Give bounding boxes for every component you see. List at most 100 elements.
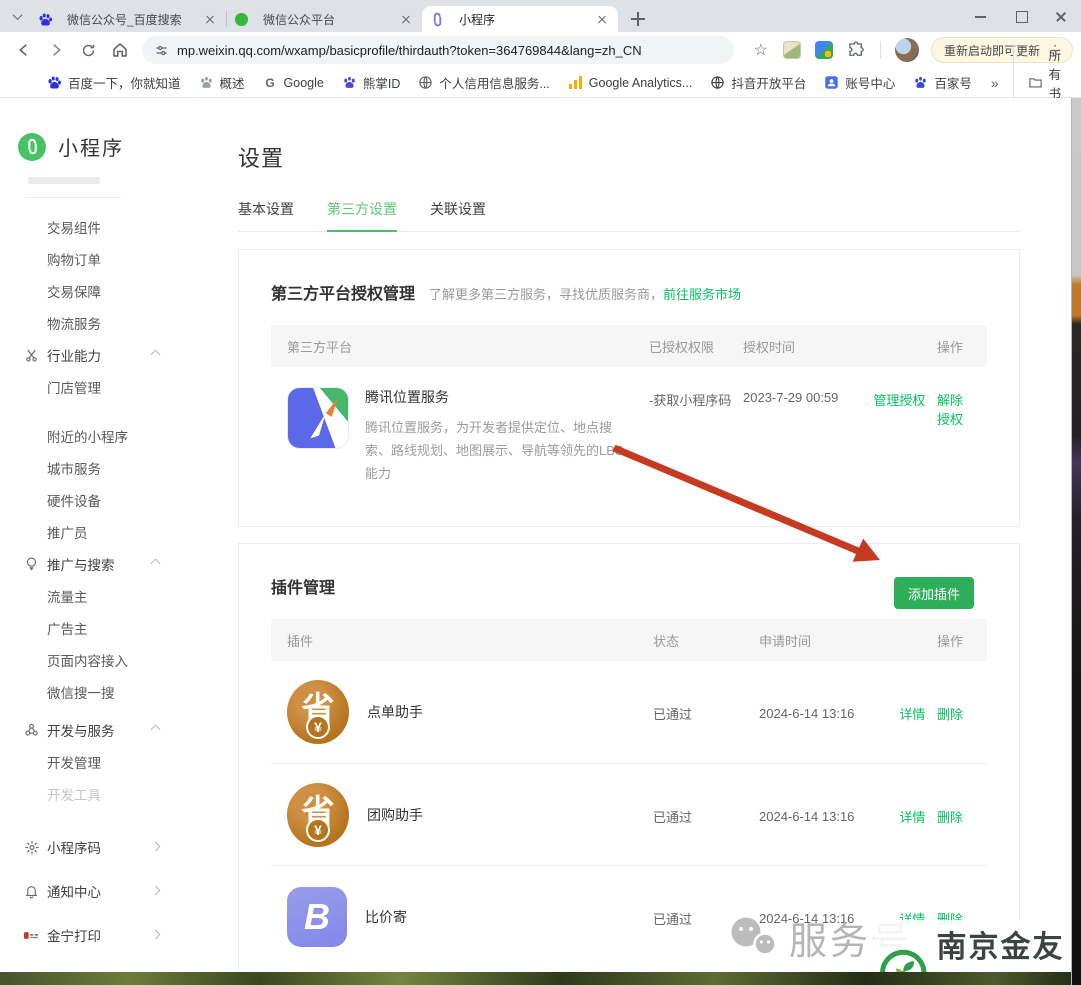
browser-tab-miniprogram-active[interactable]: 小程序 [422, 6, 618, 32]
sidebar-item-promoter[interactable]: 推广员 [0, 516, 230, 548]
bookmark-overview[interactable]: 概述 [199, 73, 245, 92]
bookmark-label: Google Analytics... [589, 76, 693, 90]
tab-third-party-settings[interactable]: 第三方设置 [327, 199, 397, 232]
sidebar-item-page-content-access[interactable]: 页面内容接入 [0, 644, 230, 676]
tab-related-settings[interactable]: 关联设置 [430, 199, 486, 231]
sidebar-item-industry-capability[interactable]: 行业能力 [0, 339, 230, 371]
plugin-name: 点单助手 [367, 702, 423, 722]
sidebar-item-label: 推广员 [47, 522, 88, 542]
sidebar-item-logistics[interactable]: 物流服务 [0, 307, 230, 339]
maximize-button[interactable] [1001, 2, 1041, 30]
bookmark-google[interactable]: G Google [263, 75, 324, 90]
profile-avatar[interactable] [895, 38, 919, 62]
bookmark-baidu[interactable]: 百度一下，你就知道 [47, 73, 181, 92]
close-window-button[interactable] [1041, 2, 1081, 30]
extension-icon-2[interactable] [815, 41, 833, 59]
plugin-name-cell: 省¥ 点单助手 [271, 680, 641, 744]
auth-table-header: 第三方平台 已授权权限 授权时间 操作 [271, 325, 987, 367]
sidebar-item-label: 推广与搜索 [47, 554, 115, 574]
sidebar-item-store-management[interactable]: 门店管理 [0, 371, 230, 403]
tab-close-icon[interactable] [594, 11, 610, 27]
bookmark-credit-info[interactable]: 个人信用信息服务... [418, 73, 549, 92]
manage-auth-link[interactable]: 管理授权 [873, 393, 925, 408]
sidebar-item-label: 流量主 [47, 586, 88, 606]
baidu-paw-icon [47, 75, 62, 90]
browser-tab-baidu-search[interactable]: 微信公众号_百度搜索 [30, 6, 226, 32]
chevron-up-icon [151, 559, 161, 569]
card-subtitle: 了解更多第三方服务，寻找优质服务商，前往服务市场 [429, 284, 741, 303]
sidebar-item-notification-center[interactable]: 通知中心 [0, 869, 230, 913]
sidebar-item-miniprogram-code[interactable]: 小程序码 [0, 825, 230, 869]
card-title-row: 第三方平台授权管理 了解更多第三方服务，寻找优质服务商，前往服务市场 [271, 250, 987, 304]
bookmark-star-icon[interactable]: ☆ [754, 40, 768, 60]
background-photo-strip [0, 972, 1081, 985]
sidebar-item-promotion-search[interactable]: 推广与搜索 [0, 548, 230, 580]
sheng-coupon-icon: 省¥ [287, 680, 349, 744]
bookmarks-overflow-button[interactable]: » [981, 75, 1009, 91]
plugin-name-cell: B 比价寄 [271, 887, 641, 947]
delete-link[interactable]: 删除 [937, 707, 963, 722]
paw-blue-icon [342, 75, 357, 90]
reload-button[interactable] [74, 36, 102, 64]
sidebar-item-jinning-print[interactable]: 金宁打印 [0, 913, 230, 957]
sidebar-item-traffic-monetization[interactable]: 流量主 [0, 580, 230, 612]
url-text: mp.weixin.qq.com/wxamp/basicprofile/thir… [177, 43, 642, 58]
browser-tab-mp-platform[interactable]: 微信公众平台 [226, 6, 422, 32]
app-logo-row: 小程序 [18, 132, 230, 161]
sidebar-item-city-services[interactable]: 城市服务 [0, 452, 230, 484]
tab-basic-settings[interactable]: 基本设置 [238, 199, 294, 231]
sidebar-item-label: 硬件设备 [47, 490, 101, 510]
sidebar-item-wechat-search[interactable]: 微信搜一搜 [0, 676, 230, 708]
sidebar-item-label: 开发工具 [47, 784, 101, 804]
forward-button[interactable] [42, 36, 70, 64]
sidebar-item-trade-guarantee[interactable]: 交易保障 [0, 275, 230, 307]
sidebar-item-dev-services[interactable]: 开发与服务 [0, 714, 230, 746]
col-header: 申请时间 [751, 631, 881, 650]
service-market-link[interactable]: 前往服务市场 [663, 287, 741, 302]
bookmark-douyin-open[interactable]: 抖音开放平台 [710, 73, 806, 92]
window-controls [961, 0, 1081, 32]
back-button[interactable] [10, 36, 38, 64]
tab-close-icon[interactable] [202, 11, 218, 27]
sidebar-item-nearby-miniprograms[interactable]: 附近的小程序 [0, 420, 230, 452]
yuan-glyph: ¥ [306, 715, 330, 739]
folder-icon [1028, 75, 1043, 90]
provider-text: 腾讯位置服务 腾讯位置服务，为开发者提供定位、地点搜索、路线规划、地图展示、导航… [365, 387, 633, 485]
site-controls-icon[interactable] [154, 43, 169, 58]
detail-link[interactable]: 详情 [899, 810, 925, 825]
bookmark-xiongzhang-id[interactable]: 熊掌ID [342, 73, 401, 92]
revoke-auth-link[interactable]: 解除授权 [937, 393, 963, 427]
mp-admin-page: 小程序 交易组件 购物订单 交易保障 物流服务 行业能力 门店管理 附近的小程序… [0, 98, 1081, 985]
col-header: 插件 [271, 631, 641, 650]
miniprogram-logo-icon [18, 133, 46, 161]
sidebar-item-trade-components[interactable]: 交易组件 [0, 211, 230, 243]
sidebar-item-advertiser[interactable]: 广告主 [0, 612, 230, 644]
provider-cell: 腾讯位置服务 腾讯位置服务，为开发者提供定位、地点搜索、路线规划、地图展示、导航… [271, 387, 637, 485]
sidebar-item-dev-management[interactable]: 开发管理 [0, 746, 230, 778]
chevron-up-icon [151, 725, 161, 735]
col-header: 授权时间 [735, 337, 863, 356]
bookmark-google-analytics[interactable]: Google Analytics... [568, 76, 693, 90]
extensions-puzzle-icon[interactable] [842, 36, 870, 64]
extension-icon-1[interactable] [783, 41, 801, 59]
paw-blue-icon [913, 75, 928, 90]
detail-link[interactable]: 详情 [899, 707, 925, 722]
minimize-button[interactable] [961, 2, 1001, 30]
col-header: 状态 [641, 631, 751, 650]
delete-link[interactable]: 删除 [937, 810, 963, 825]
home-button[interactable] [106, 36, 134, 64]
sidebar-item-shopping-orders[interactable]: 购物订单 [0, 243, 230, 275]
wechat-bubbles-icon [727, 916, 779, 960]
tab-close-icon[interactable] [398, 11, 414, 27]
sidebar-item-hardware-devices[interactable]: 硬件设备 [0, 484, 230, 516]
bookmark-baijiahao[interactable]: 百家号 [913, 73, 972, 92]
address-bar[interactable]: mp.weixin.qq.com/wxamp/basicprofile/thir… [142, 36, 734, 64]
tab-search-button[interactable] [4, 3, 30, 29]
bookmark-account-center[interactable]: 账号中心 [824, 73, 895, 92]
new-tab-button[interactable] [626, 7, 650, 31]
tab-title: 小程序 [459, 11, 594, 28]
sidebar-item-dev-tools[interactable]: 开发工具 [0, 778, 230, 810]
card-title: 插件管理 [271, 574, 335, 598]
account-icon [824, 75, 839, 90]
add-plugin-button[interactable]: 添加插件 [894, 577, 974, 609]
